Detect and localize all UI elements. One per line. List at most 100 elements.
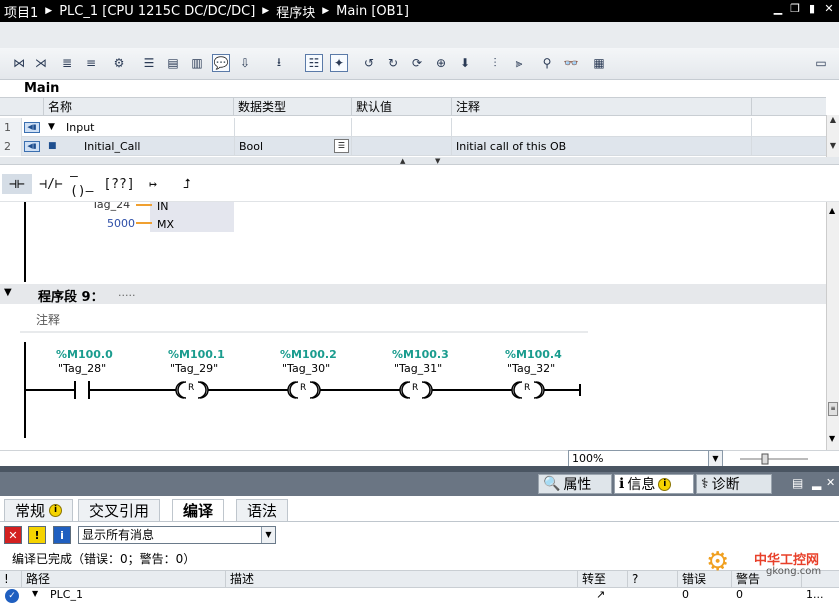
warning-filter-icon[interactable]: ! <box>28 526 46 544</box>
contact-tag[interactable]: "Tag_28" <box>58 362 106 375</box>
minimize-icon[interactable]: ▁ <box>772 3 784 15</box>
next-error-icon[interactable]: ⫸ <box>510 54 528 72</box>
layout-icon[interactable]: ▤ <box>792 476 803 490</box>
coil-tag[interactable]: "Tag_30" <box>282 362 330 375</box>
snapshot-icon[interactable]: ▦ <box>590 54 608 72</box>
favorites-icon[interactable]: ⭳ <box>270 54 288 72</box>
collapse-panel-icon[interactable]: ▂ <box>812 476 821 490</box>
call-icon[interactable]: ↺ <box>360 54 378 72</box>
error-filter-icon[interactable]: ✕ <box>4 526 22 544</box>
coil-address[interactable]: %M100.3 <box>392 348 449 361</box>
no-contact-icon[interactable]: ⊣⊢ <box>2 174 32 194</box>
scroll-up-icon[interactable]: ▲ <box>829 206 835 215</box>
header-default[interactable]: 默认值 <box>352 98 452 116</box>
comment-toggle-icon[interactable]: 💬 <box>212 54 230 72</box>
coil-tag[interactable]: "Tag_31" <box>394 362 442 375</box>
splitter[interactable]: ▲ ▼ <box>0 157 839 165</box>
row-type[interactable] <box>234 118 352 137</box>
row-default[interactable] <box>352 118 452 137</box>
scroll-up-icon[interactable]: ▲ <box>827 115 839 129</box>
expand-icon[interactable]: ▼ <box>32 589 38 598</box>
header-goto[interactable]: 转至 <box>578 571 628 588</box>
collapse-icon[interactable]: ▼ <box>48 118 55 137</box>
download-icon[interactable]: ⬇ <box>456 54 474 72</box>
prev-tag[interactable]: Tag_24 <box>92 202 130 211</box>
absolute-operands-icon[interactable]: ⇩ <box>236 54 254 72</box>
message-row[interactable]: ✓ ▼ PLC_1 ↗ 0 0 1... <box>0 588 839 603</box>
message-filter-select[interactable]: 显示所有消息 ▼ <box>78 526 276 544</box>
contact-address[interactable]: %M100.0 <box>56 348 113 361</box>
network-comments-icon[interactable]: ☰ <box>140 54 158 72</box>
scroll-thumb[interactable]: ≡ <box>828 402 838 416</box>
coil-icon[interactable]: –()– <box>70 169 100 199</box>
open-branch-icon[interactable]: ↦ <box>138 174 168 194</box>
header-path[interactable]: 路径 <box>22 571 226 588</box>
star-icon[interactable]: ✦ <box>330 54 348 72</box>
collapse-network-icon[interactable]: ▼ <box>4 287 12 298</box>
add-row-icon[interactable]: ≡ <box>82 54 100 72</box>
editor-scrollbar[interactable]: ▲ ≡ ▼ <box>826 202 839 450</box>
row-name[interactable]: Initial_Call <box>84 137 140 156</box>
breadcrumb-main-ob1[interactable]: Main [OB1] <box>336 4 409 19</box>
network-title[interactable]: 程序段 9： <box>38 286 104 305</box>
tab-properties[interactable]: 🔍 属性 <box>538 474 612 494</box>
coil-address[interactable]: %M100.1 <box>168 348 225 361</box>
row-name[interactable]: Input <box>66 118 94 137</box>
header-comment[interactable]: 注释 <box>452 98 752 116</box>
close-icon[interactable]: ✕ <box>823 3 835 15</box>
delete-network-icon[interactable]: ⋊ <box>32 54 50 72</box>
chevron-down-icon[interactable]: ▼ <box>261 527 275 543</box>
go-to-error-icon[interactable]: ⫶ <box>486 54 504 72</box>
row-default[interactable] <box>352 137 452 156</box>
network-comment[interactable]: 注释 <box>36 311 60 328</box>
subtab-crossref[interactable]: 交叉引用 <box>78 499 161 521</box>
breadcrumb-program-blocks[interactable]: 程序块 <box>276 2 315 21</box>
subtab-compile[interactable]: 编译 <box>172 499 225 521</box>
nc-contact-icon[interactable]: ⊣/⊢ <box>36 174 66 194</box>
zoom-slider[interactable] <box>740 452 810 466</box>
message-path[interactable]: PLC_1 <box>50 588 83 601</box>
prev-value[interactable]: 5000 <box>107 217 135 230</box>
row-comment[interactable]: Initial call of this OB <box>452 137 752 156</box>
collapse-up-icon[interactable]: ▲ <box>400 157 405 165</box>
monitor-icon[interactable]: ⚲ <box>538 54 556 72</box>
type-picker-icon[interactable]: ☰ <box>334 139 349 153</box>
close-all-icon[interactable]: ▥ <box>188 54 206 72</box>
info-filter-icon[interactable]: i <box>53 526 71 544</box>
zoom-select[interactable]: 100% ▼ <box>568 450 723 467</box>
row-comment[interactable] <box>452 118 752 137</box>
breadcrumb-project[interactable]: 项目1 <box>4 2 38 21</box>
coil-address[interactable]: %M100.2 <box>280 348 337 361</box>
block-interface-icon[interactable]: ⊕ <box>432 54 450 72</box>
interface-scrollbar[interactable]: ▲ ▼ <box>826 115 839 157</box>
breadcrumb-plc[interactable]: PLC_1 [CPU 1215C DC/DC/DC] <box>59 4 255 19</box>
scroll-down-icon[interactable]: ▼ <box>829 434 835 443</box>
close-panel-icon[interactable]: ✕ <box>826 476 835 489</box>
subtab-syntax[interactable]: 语法 <box>236 499 289 521</box>
table-row[interactable]: 2 ◀▮ ■ Initial_Call Bool ☰ Initial call … <box>0 137 826 156</box>
monitoring-on-icon[interactable]: 👓 <box>562 54 580 72</box>
empty-box-icon[interactable]: [??] <box>103 174 134 194</box>
list-view-icon[interactable]: ☷ <box>305 54 323 72</box>
close-branch-icon[interactable]: ⮥ <box>172 174 202 194</box>
remove-call-icon[interactable]: ↻ <box>384 54 402 72</box>
table-row[interactable]: 1 ◀▮ ▼ Input <box>0 118 826 137</box>
header-question[interactable]: ? <box>628 571 678 588</box>
update-icon[interactable]: ⟳ <box>408 54 426 72</box>
goto-arrow-icon[interactable]: ↗ <box>596 588 605 601</box>
open-all-icon[interactable]: ▤ <box>164 54 182 72</box>
restore-icon[interactable]: ❐ <box>789 3 801 15</box>
panel-layout-icon[interactable]: ▭ <box>812 54 830 72</box>
chevron-down-icon[interactable]: ▼ <box>708 451 722 466</box>
insert-network-icon[interactable]: ⋈ <box>10 54 28 72</box>
header-description[interactable]: 描述 <box>226 571 578 588</box>
insert-row-icon[interactable]: ≣ <box>58 54 76 72</box>
ladder-editor[interactable]: Tag_24 5000 IN MX ▼ 程序段 9： ..... 注释 %M10… <box>0 202 826 450</box>
expand-down-icon[interactable]: ▼ <box>435 157 440 165</box>
branch-icon[interactable]: ⚙ <box>110 54 128 72</box>
coil-address[interactable]: %M100.4 <box>505 348 562 361</box>
coil-tag[interactable]: "Tag_29" <box>170 362 218 375</box>
subtab-general[interactable]: 常规 i <box>4 499 74 521</box>
header-name[interactable]: 名称 <box>44 98 234 116</box>
tab-diagnostics[interactable]: ⚕ 诊断 <box>696 474 772 494</box>
